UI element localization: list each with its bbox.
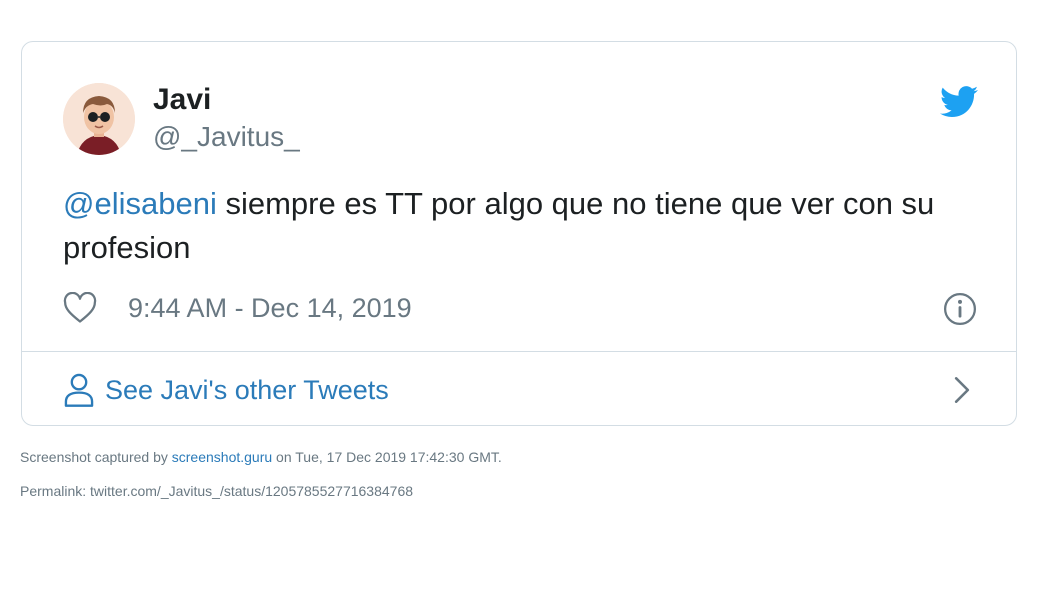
tweet-timestamp[interactable]: 9:44 AM - Dec 14, 2019 — [128, 291, 412, 325]
card-divider — [22, 351, 1016, 352]
author-name[interactable]: Javi — [153, 82, 211, 118]
mention-link[interactable]: @elisabeni — [63, 186, 217, 221]
avatar[interactable] — [63, 83, 135, 155]
chevron-right-icon[interactable] — [952, 376, 972, 404]
capture-info: Screenshot captured by screenshot.guru o… — [20, 449, 502, 465]
heart-icon[interactable] — [63, 292, 97, 324]
tweet-text: @elisabeni siempre es TT por algo que no… — [63, 182, 983, 270]
see-other-tweets-label[interactable]: See Javi's other Tweets — [105, 375, 389, 406]
screenshot-guru-link[interactable]: screenshot.guru — [172, 449, 272, 465]
avatar-image — [63, 83, 135, 155]
tweet-card: Javi @_Javitus_ @elisabeni siempre es TT… — [21, 41, 1017, 426]
info-icon[interactable] — [943, 292, 977, 326]
twitter-bird-icon[interactable] — [940, 86, 978, 118]
author-handle[interactable]: @_Javitus_ — [153, 120, 300, 154]
permalink-text: Permalink: twitter.com/_Javitus_/status/… — [20, 483, 414, 499]
person-icon — [64, 373, 94, 407]
see-other-tweets-link[interactable]: See Javi's other Tweets — [63, 371, 389, 409]
